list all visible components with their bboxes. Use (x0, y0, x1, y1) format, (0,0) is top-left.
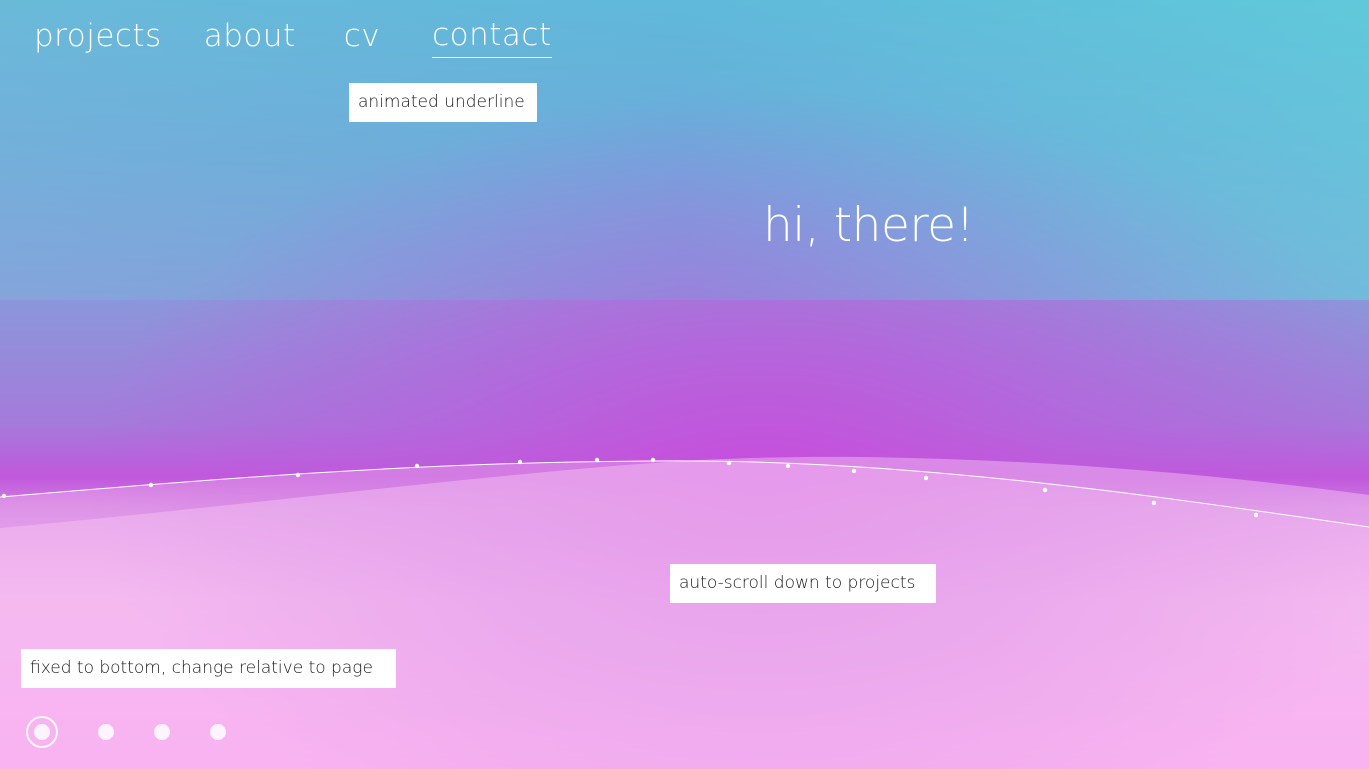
nav-link-cv[interactable]: cv (344, 14, 380, 58)
wave-point (517, 459, 523, 465)
wave-point (1151, 500, 1157, 506)
wave-point (726, 460, 732, 466)
page-dot[interactable] (98, 724, 114, 740)
wave-point (295, 472, 301, 478)
wave-point (1042, 487, 1048, 493)
page-dot[interactable] (210, 724, 226, 740)
annotation-auto-scroll: auto-scroll down to projects (670, 564, 936, 603)
annotation-animated-underline: animated underline (349, 83, 537, 122)
wave-point (785, 463, 791, 469)
wave-point (414, 463, 420, 469)
page-background: projects about cv contact animated under… (0, 0, 1369, 769)
nav-link-about[interactable]: about (204, 14, 296, 58)
page-indicator (26, 716, 226, 748)
wave-point (923, 475, 929, 481)
annotation-fixed-bottom: fixed to bottom, change relative to page (21, 649, 396, 688)
wave-point (851, 468, 857, 474)
nav-link-contact[interactable]: contact (432, 14, 552, 58)
wave-point (1253, 512, 1259, 518)
page-dot-active-fill (34, 724, 50, 740)
page-dot-active[interactable] (26, 716, 58, 748)
wave-point (650, 457, 656, 463)
wave-point (148, 482, 154, 488)
nav-link-projects[interactable]: projects (34, 14, 162, 58)
page-dot[interactable] (154, 724, 170, 740)
wave-point (594, 457, 600, 463)
wave-point (1, 493, 7, 499)
hero-greeting: hi, there! (763, 198, 974, 253)
main-nav: projects about cv contact (34, 14, 552, 58)
